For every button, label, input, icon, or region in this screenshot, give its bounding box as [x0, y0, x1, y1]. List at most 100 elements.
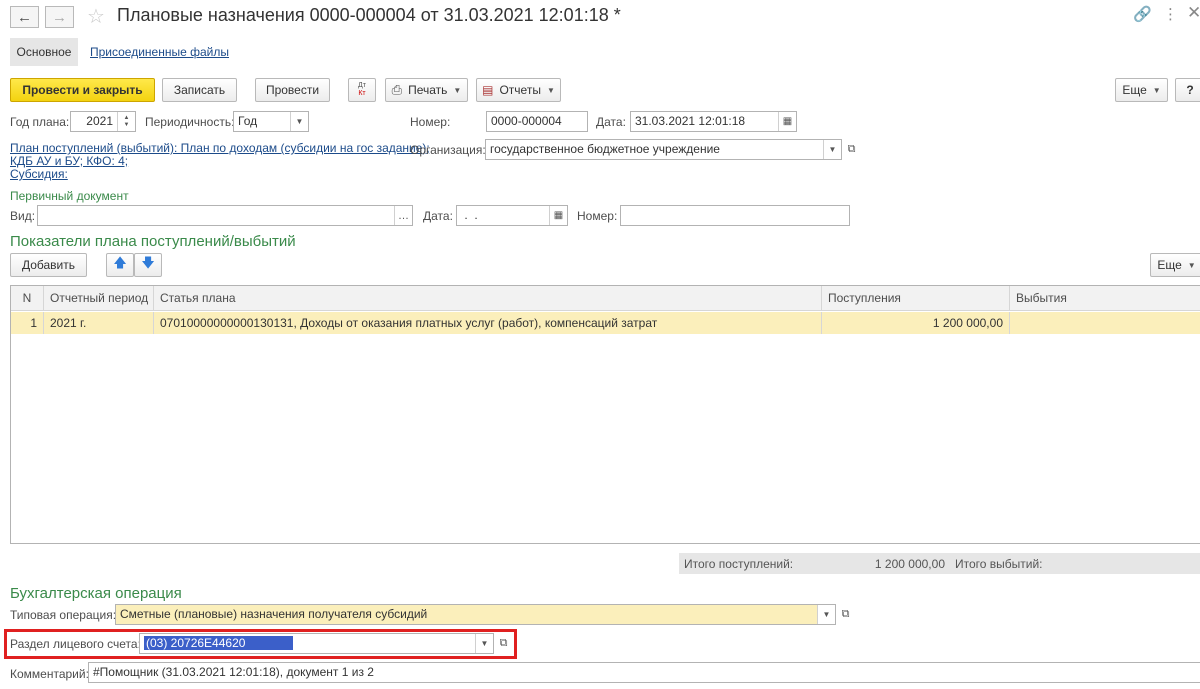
account-section-field[interactable]: (03) 20726Е44620 ▼ — [139, 633, 494, 654]
account-section-value: (03) 20726Е44620 — [144, 636, 294, 650]
dropdown-button[interactable]: ▼ — [290, 112, 308, 131]
close-icon[interactable]: ✕ — [1187, 3, 1200, 23]
total-expense-label: Итого выбытий: — [955, 557, 1043, 571]
column-header-period[interactable]: Отчетный период — [44, 286, 154, 310]
print-button[interactable]: ⎙ Печать ▼ — [385, 78, 468, 102]
plan-link[interactable]: План поступлений (выбытий): План по дохо… — [10, 141, 430, 155]
favorite-star-icon[interactable]: ☆ — [87, 4, 105, 29]
number-value: 0000-000004 — [491, 114, 562, 128]
chevron-down-icon: ▼ — [453, 85, 462, 95]
kdb-link[interactable]: КДБ АУ и БУ; КФО: 4; — [10, 154, 128, 168]
operation-field[interactable]: Сметные (плановые) назначения получателя… — [115, 604, 836, 625]
calendar-button[interactable]: ▦ — [778, 112, 796, 131]
date-field[interactable]: 31.03.2021 12:01:18 ▦ — [630, 111, 797, 132]
spin-up-icon: ▲ — [123, 114, 130, 121]
indicators-title: Показатели плана поступлений/выбытий — [10, 233, 296, 250]
arrow-up-icon: 🡅 — [113, 255, 127, 270]
table-header: N Отчетный период Статья плана Поступлен… — [11, 286, 1200, 311]
number-field[interactable]: 0000-000004 — [486, 111, 588, 132]
calendar-button[interactable]: ▦ — [549, 206, 567, 225]
doc-type-field[interactable]: … — [37, 205, 413, 226]
doc-number-field[interactable] — [620, 205, 850, 226]
chevron-down-icon: ▼ — [295, 117, 304, 126]
cell-expense — [1010, 312, 1200, 334]
arrow-right-icon: → — [52, 8, 67, 26]
doc-type-label: Вид: — [10, 209, 36, 223]
column-header-expense[interactable]: Выбытия — [1010, 286, 1200, 310]
reports-button[interactable]: ▤ Отчеты ▼ — [476, 78, 561, 102]
dropdown-button[interactable]: ▼ — [817, 605, 835, 624]
calendar-icon: ▦ — [553, 210, 564, 221]
doc-date-label: Дата: — [423, 209, 453, 223]
subsidy-link[interactable]: Субсидия: — [10, 167, 68, 181]
window-title: Плановые назначения 0000-000004 от 31.03… — [117, 5, 621, 25]
open-form-icon: ⧉ — [841, 608, 850, 620]
reports-label: Отчеты — [499, 83, 541, 97]
report-icon: ▤ — [482, 83, 494, 97]
organization-label: Организация: — [410, 143, 486, 157]
link-icon[interactable]: 🔗 — [1133, 5, 1152, 23]
cell-income: 1 200 000,00 — [822, 312, 1010, 334]
comment-field[interactable]: #Помощник (31.03.2021 12:01:18), докумен… — [88, 662, 1200, 683]
back-button[interactable]: ← — [10, 6, 39, 28]
dt-kt-icon-bottom: Кт — [358, 90, 366, 97]
dropdown-button[interactable]: ▼ — [823, 140, 841, 159]
year-value: 2021 — [86, 114, 113, 128]
column-header-article[interactable]: Статья плана — [154, 286, 822, 310]
chevron-down-icon: ▼ — [546, 85, 555, 95]
add-button[interactable]: Добавить — [10, 253, 87, 277]
doc-date-field[interactable]: . . ▦ — [456, 205, 568, 226]
open-operation-button[interactable]: ⧉ — [836, 605, 855, 624]
move-up-button[interactable]: 🡅 — [106, 253, 134, 277]
table-row[interactable]: 1 2021 г. 07010000000000130131, Доходы о… — [11, 312, 1200, 334]
chevron-down-icon: ▼ — [828, 145, 837, 154]
column-header-n[interactable]: N — [11, 286, 44, 310]
indicators-more-label: Еще — [1157, 258, 1182, 272]
select-button[interactable]: … — [394, 206, 412, 225]
chevron-down-icon: ▼ — [480, 639, 489, 648]
cell-n: 1 — [11, 312, 44, 334]
comment-label: Комментарий: — [10, 667, 89, 681]
total-income-label: Итого поступлений: — [684, 557, 794, 571]
cell-period: 2021 г. — [44, 312, 154, 334]
dropdown-button[interactable]: ▼ — [475, 634, 493, 653]
arrow-down-icon: 🡇 — [141, 255, 155, 270]
organization-value: государственное бюджетное учреждение — [490, 142, 720, 156]
open-account-button[interactable]: ⧉ — [494, 634, 513, 653]
indicators-table: N Отчетный период Статья плана Поступлен… — [10, 285, 1200, 544]
dt-kt-button[interactable]: Дт Кт — [348, 78, 376, 102]
periodicity-select[interactable]: Год ▼ — [233, 111, 309, 132]
more-button[interactable]: Еще ▼ — [1115, 78, 1168, 102]
post-and-close-button[interactable]: Провести и закрыть — [10, 78, 155, 102]
doc-date-value: . . — [461, 208, 478, 222]
date-value: 31.03.2021 12:01:18 — [635, 114, 746, 128]
move-down-button[interactable]: 🡇 — [134, 253, 162, 277]
column-header-income[interactable]: Поступления — [822, 286, 1010, 310]
help-button[interactable]: ? — [1175, 78, 1200, 102]
year-field[interactable]: 2021 ▲ ▼ — [70, 111, 136, 132]
printer-icon: ⎙ — [391, 82, 403, 97]
number-label: Номер: — [410, 115, 451, 129]
tab-attached-files[interactable]: Присоединенные файлы — [90, 45, 229, 59]
total-income-value: 1 200 000,00 — [874, 557, 945, 571]
open-form-icon: ⧉ — [499, 637, 508, 649]
forward-button[interactable]: → — [45, 6, 74, 28]
year-spinner[interactable]: ▲ ▼ — [117, 112, 135, 131]
totals-bar: Итого поступлений: 1 200 000,00 Итого вы… — [679, 553, 1200, 574]
comment-value: #Помощник (31.03.2021 12:01:18), докумен… — [93, 665, 374, 679]
calendar-icon: ▦ — [782, 116, 793, 127]
organization-field[interactable]: государственное бюджетное учреждение ▼ — [485, 139, 842, 160]
indicators-more-button[interactable]: Еще ▼ — [1150, 253, 1200, 277]
save-button[interactable]: Записать — [162, 78, 237, 102]
ellipsis-icon: … — [398, 209, 409, 222]
more-vertical-icon[interactable]: ⋮ — [1163, 5, 1178, 23]
more-label: Еще — [1122, 83, 1147, 97]
tab-main[interactable]: Основное — [10, 38, 78, 66]
year-label: Год плана: — [10, 115, 70, 129]
periodicity-label: Периодичность: — [145, 115, 235, 129]
post-button[interactable]: Провести — [255, 78, 330, 102]
dt-kt-icon-top: Дт — [358, 82, 366, 89]
operation-label: Типовая операция: — [10, 608, 117, 622]
accounting-title: Бухгалтерская операция — [10, 585, 182, 602]
open-organization-button[interactable]: ⧉ — [842, 140, 861, 159]
